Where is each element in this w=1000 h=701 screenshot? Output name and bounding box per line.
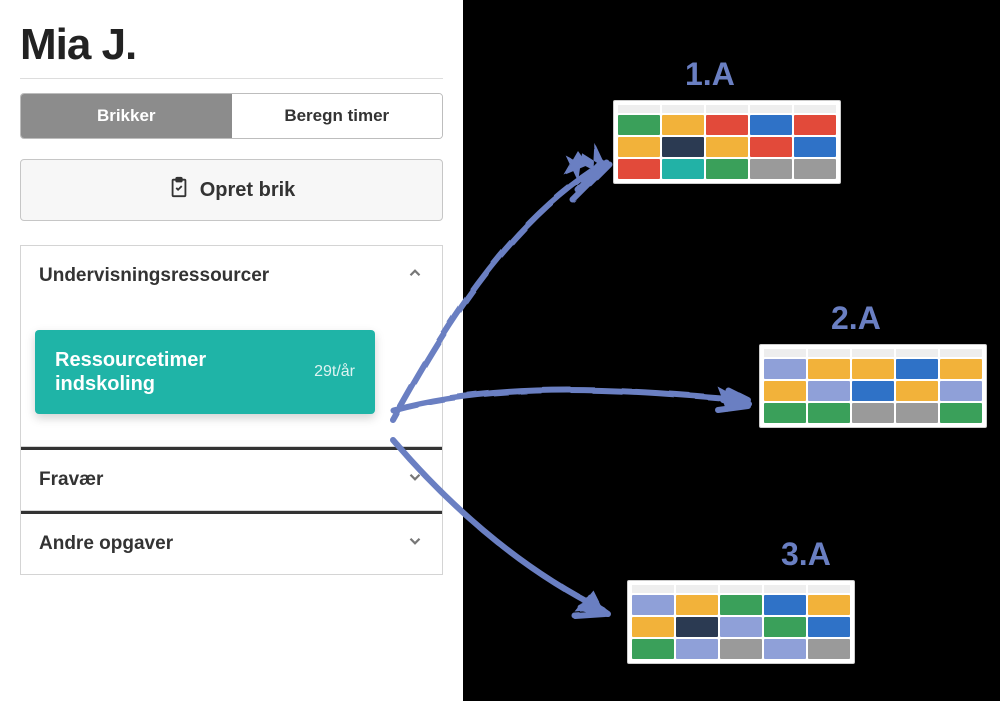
accordion-header-andre[interactable]: Andre opgaver: [21, 511, 442, 574]
accordion-header-fravaer[interactable]: Fravær: [21, 447, 442, 510]
class-label-2a: 2.A: [831, 300, 881, 337]
resource-card-amount: 29t/år: [314, 363, 355, 381]
accordion-title: Andre opgaver: [39, 533, 173, 555]
create-brik-label: Opret brik: [200, 179, 296, 202]
accordion-title: Undervisningsressourcer: [39, 265, 269, 287]
class-label-3a: 3.A: [781, 536, 831, 573]
resource-card-label: Ressourcetimer indskoling: [55, 348, 255, 396]
left-panel: Mia J. Brikker Beregn timer Opret brik U…: [0, 0, 463, 701]
schedule-thumbnail-2a: [759, 344, 987, 428]
chevron-up-icon: [406, 264, 424, 288]
accordion-section-resources: Undervisningsressourcer Ressourcetimer i…: [21, 246, 442, 446]
accordion-section-andre: Andre opgaver: [21, 510, 442, 574]
schedule-thumbnail-3a: [627, 580, 855, 664]
accordion-title: Fravær: [39, 469, 103, 491]
accordion-header-resources[interactable]: Undervisningsressourcer: [21, 246, 442, 306]
schedule-thumbnail-1a: [613, 100, 841, 184]
accordion: Undervisningsressourcer Ressourcetimer i…: [20, 245, 443, 575]
clipboard-icon: [168, 176, 190, 204]
create-brik-button[interactable]: Opret brik: [20, 159, 443, 221]
accordion-body-resources: Ressourcetimer indskoling 29t/år: [21, 306, 442, 446]
page-title: Mia J.: [20, 20, 443, 70]
tab-beregn-timer[interactable]: Beregn timer: [232, 94, 443, 138]
tab-brikker[interactable]: Brikker: [21, 94, 232, 138]
accordion-section-fravaer: Fravær: [21, 446, 442, 510]
divider: [20, 78, 443, 79]
class-label-1a: 1.A: [685, 56, 735, 93]
chevron-down-icon: [406, 468, 424, 492]
resource-card[interactable]: Ressourcetimer indskoling 29t/år: [35, 330, 375, 414]
tab-group: Brikker Beregn timer: [20, 93, 443, 139]
right-panel: 1.A 2.A 3.A: [463, 0, 1000, 701]
chevron-down-icon: [406, 532, 424, 556]
